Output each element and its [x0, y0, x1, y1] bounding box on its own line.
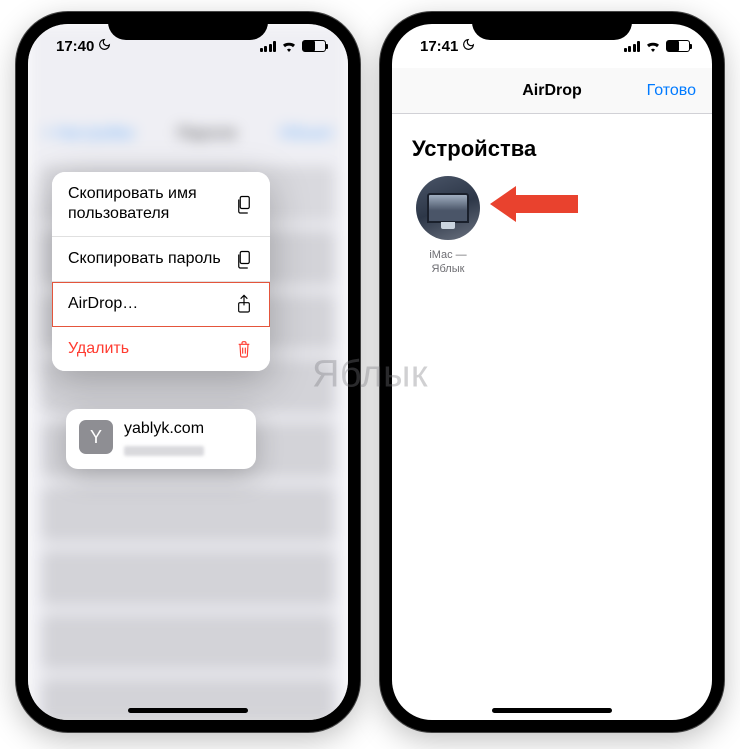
notch: [472, 12, 632, 40]
phone-frame-right: 17:41 AirDrop Готово Устройства: [380, 12, 724, 732]
do-not-disturb-icon: [462, 38, 475, 55]
annotation-arrow-icon: [490, 182, 580, 226]
nav-title: AirDrop: [522, 82, 582, 100]
menu-label: Скопировать пароль: [68, 249, 234, 269]
airdrop-device[interactable]: iMac — Яблык: [412, 176, 484, 277]
home-indicator[interactable]: [128, 708, 248, 713]
phone-frame-left: < Настройки Пароли Объект: [16, 12, 360, 732]
menu-copy-password[interactable]: Скопировать пароль: [52, 237, 270, 282]
status-time: 17:41: [420, 38, 458, 55]
home-indicator[interactable]: [492, 708, 612, 713]
notch: [108, 12, 268, 40]
screen-left: < Настройки Пароли Объект: [28, 24, 348, 720]
device-label: iMac — Яблык: [412, 248, 484, 277]
screen-right: 17:41 AirDrop Готово Устройства: [392, 24, 712, 720]
status-time: 17:40: [56, 38, 94, 55]
trash-icon: [234, 340, 254, 358]
devices-section-header: Устройства: [392, 114, 712, 176]
do-not-disturb-icon: [98, 38, 111, 55]
context-menu: Скопировать имя пользователя Скопировать…: [52, 172, 270, 371]
copy-icon: [234, 194, 254, 214]
nav-bar: AirDrop Готово: [392, 68, 712, 114]
cellular-icon: [260, 41, 277, 52]
site-username-blurred: [124, 446, 204, 456]
menu-delete[interactable]: Удалить: [52, 327, 270, 371]
share-icon: [234, 294, 254, 314]
battery-icon: [666, 40, 690, 52]
menu-label: AirDrop…: [68, 294, 234, 314]
copy-icon: [234, 249, 254, 269]
device-imac-icon: [416, 176, 480, 240]
wifi-icon: [645, 40, 661, 52]
menu-copy-username[interactable]: Скопировать имя пользователя: [52, 172, 270, 237]
menu-airdrop[interactable]: AirDrop…: [52, 282, 270, 327]
battery-icon: [302, 40, 326, 52]
site-avatar: Y: [79, 420, 113, 454]
wifi-icon: [281, 40, 297, 52]
site-title: yablyk.com: [124, 420, 243, 438]
cellular-icon: [624, 41, 641, 52]
done-button[interactable]: Готово: [647, 82, 696, 100]
menu-label: Скопировать имя пользователя: [68, 184, 234, 224]
password-preview-card[interactable]: Y yablyk.com: [66, 409, 256, 469]
menu-label: Удалить: [68, 339, 234, 359]
